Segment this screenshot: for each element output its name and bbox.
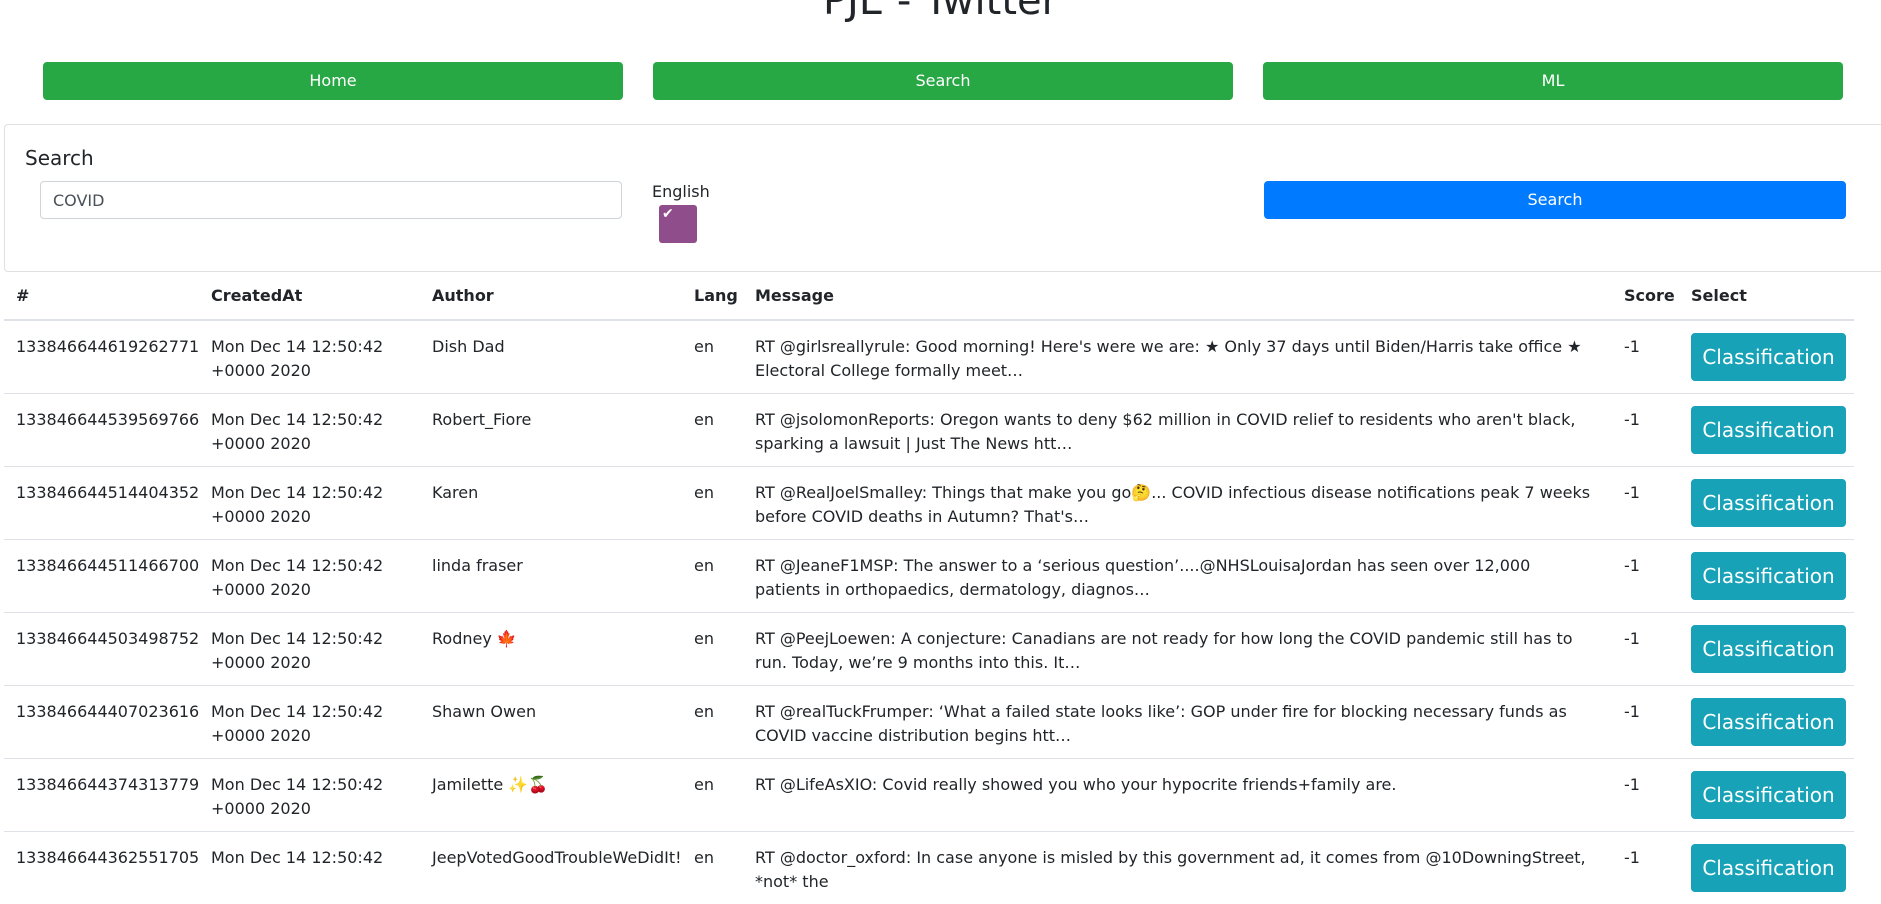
nav-search-button[interactable]: Search — [653, 62, 1233, 100]
cell-lang: en — [682, 392, 743, 466]
cell-lang: en — [682, 757, 743, 831]
cell-lang: en — [682, 611, 743, 685]
cell-message: RT @girlsreallyrule: Good morning! Here'… — [743, 319, 1612, 393]
search-submit-button[interactable]: Search — [1264, 181, 1846, 219]
cell-message: RT @realTuckFrumper: ‘What a failed stat… — [743, 684, 1612, 758]
cell-select: Classification — [1679, 465, 1854, 539]
cell-select: Classification — [1679, 392, 1854, 466]
table-row: 1338466445114667009 Mon Dec 14 12:50:42 … — [4, 538, 1854, 612]
cell-author: JeepVotedGoodTroubleWeDidIt! — [420, 830, 682, 904]
header-score: Score — [1612, 272, 1679, 321]
cell-score: -1 — [1612, 830, 1679, 904]
cell-author: Robert_Fiore — [420, 392, 682, 466]
english-checkbox[interactable]: ✔ — [659, 205, 697, 243]
cell-message: RT @LifeAsXIO: Covid really showed you w… — [743, 757, 1612, 831]
classification-button[interactable]: Classification — [1691, 697, 1846, 746]
cell-lang: en — [682, 319, 743, 393]
cell-author: Jamilette ✨🍒 — [420, 757, 682, 831]
classification-button[interactable]: Classification — [1691, 843, 1846, 892]
cell-created-at: Mon Dec 14 12:50:42 +0000 2020 — [199, 757, 420, 831]
cell-created-at: Mon Dec 14 12:50:42 +0000 2020 — [199, 538, 420, 612]
language-label: English — [652, 182, 710, 201]
cell-score: -1 — [1612, 684, 1679, 758]
cell-score: -1 — [1612, 757, 1679, 831]
header-select: Select — [1679, 272, 1854, 321]
search-heading: Search — [25, 146, 94, 170]
cell-id: 1338466443625517058 — [4, 830, 199, 904]
header-created-at: CreatedAt — [199, 272, 420, 321]
cell-score: -1 — [1612, 465, 1679, 539]
cell-message: RT @jsolomonReports: Oregon wants to den… — [743, 392, 1612, 466]
cell-select: Classification — [1679, 757, 1854, 831]
cell-author: Rodney 🍁 — [420, 611, 682, 685]
cell-id: 1338466445034987524 — [4, 611, 199, 685]
classification-button[interactable]: Classification — [1691, 624, 1846, 673]
cell-id: 1338466444070236160 — [4, 684, 199, 758]
page-title: PJE - Twitter — [822, 0, 1059, 24]
cell-message: RT @PeejLoewen: A conjecture: Canadians … — [743, 611, 1612, 685]
cell-lang: en — [682, 465, 743, 539]
table-row: 1338466445144043529 Mon Dec 14 12:50:42 … — [4, 465, 1854, 539]
header-message: Message — [743, 272, 1612, 321]
table-header-row: # CreatedAt Author Lang Message Score Se… — [4, 272, 1854, 321]
cell-author: Shawn Owen — [420, 684, 682, 758]
cell-select: Classification — [1679, 611, 1854, 685]
cell-author: Dish Dad — [420, 319, 682, 393]
cell-id: 1338466445114667009 — [4, 538, 199, 612]
cell-id: 1338466445395697665 — [4, 392, 199, 466]
classification-button[interactable]: Classification — [1691, 333, 1846, 381]
results-table: # CreatedAt Author Lang Message Score Se… — [4, 272, 1854, 904]
header-id: # — [4, 272, 199, 321]
search-input[interactable] — [40, 181, 622, 219]
header-lang: Lang — [682, 272, 743, 321]
cell-select: Classification — [1679, 538, 1854, 612]
table-row: 1338466443743137793 Mon Dec 14 12:50:42 … — [4, 757, 1854, 831]
cell-created-at: Mon Dec 14 12:50:42 +0000 2020 — [199, 611, 420, 685]
table-row: 1338466445034987524 Mon Dec 14 12:50:42 … — [4, 611, 1854, 685]
cell-score: -1 — [1612, 319, 1679, 393]
nav-ml-button[interactable]: ML — [1263, 62, 1843, 100]
cell-lang: en — [682, 684, 743, 758]
checkmark-icon: ✔ — [662, 206, 674, 222]
cell-created-at: Mon Dec 14 12:50:42 +0000 2020 — [199, 684, 420, 758]
classification-button[interactable]: Classification — [1691, 551, 1846, 600]
cell-message: RT @doctor_oxford: In case anyone is mis… — [743, 830, 1612, 904]
table-row: 1338466443625517058 Mon Dec 14 12:50:42 … — [4, 830, 1854, 904]
cell-message: RT @JeaneF1MSP: The answer to a ‘serious… — [743, 538, 1612, 612]
cell-author: linda fraser — [420, 538, 682, 612]
cell-lang: en — [682, 830, 743, 904]
classification-button[interactable]: Classification — [1691, 405, 1846, 454]
table-row: 1338466446192627713 Mon Dec 14 12:50:42 … — [4, 319, 1854, 393]
cell-author: Karen — [420, 465, 682, 539]
cell-created-at: Mon Dec 14 12:50:42 +0000 2020 — [199, 319, 420, 393]
header-author: Author — [420, 272, 682, 321]
cell-select: Classification — [1679, 830, 1854, 904]
cell-id: 1338466445144043529 — [4, 465, 199, 539]
table-row: 1338466445395697665 Mon Dec 14 12:50:42 … — [4, 392, 1854, 466]
cell-message: RT @RealJoelSmalley: Things that make yo… — [743, 465, 1612, 539]
cell-created-at: Mon Dec 14 12:50:42 +0000 2020 — [199, 465, 420, 539]
cell-id: 1338466446192627713 — [4, 319, 199, 393]
cell-created-at: Mon Dec 14 12:50:42 +0000 2020 — [199, 392, 420, 466]
classification-button[interactable]: Classification — [1691, 770, 1846, 819]
cell-id: 1338466443743137793 — [4, 757, 199, 831]
cell-score: -1 — [1612, 392, 1679, 466]
nav-home-button[interactable]: Home — [43, 62, 623, 100]
cell-select: Classification — [1679, 684, 1854, 758]
classification-button[interactable]: Classification — [1691, 478, 1846, 527]
cell-score: -1 — [1612, 538, 1679, 612]
table-row: 1338466444070236160 Mon Dec 14 12:50:42 … — [4, 684, 1854, 758]
cell-lang: en — [682, 538, 743, 612]
cell-created-at: Mon Dec 14 12:50:42 — [199, 830, 420, 904]
cell-select: Classification — [1679, 319, 1854, 393]
cell-score: -1 — [1612, 611, 1679, 685]
